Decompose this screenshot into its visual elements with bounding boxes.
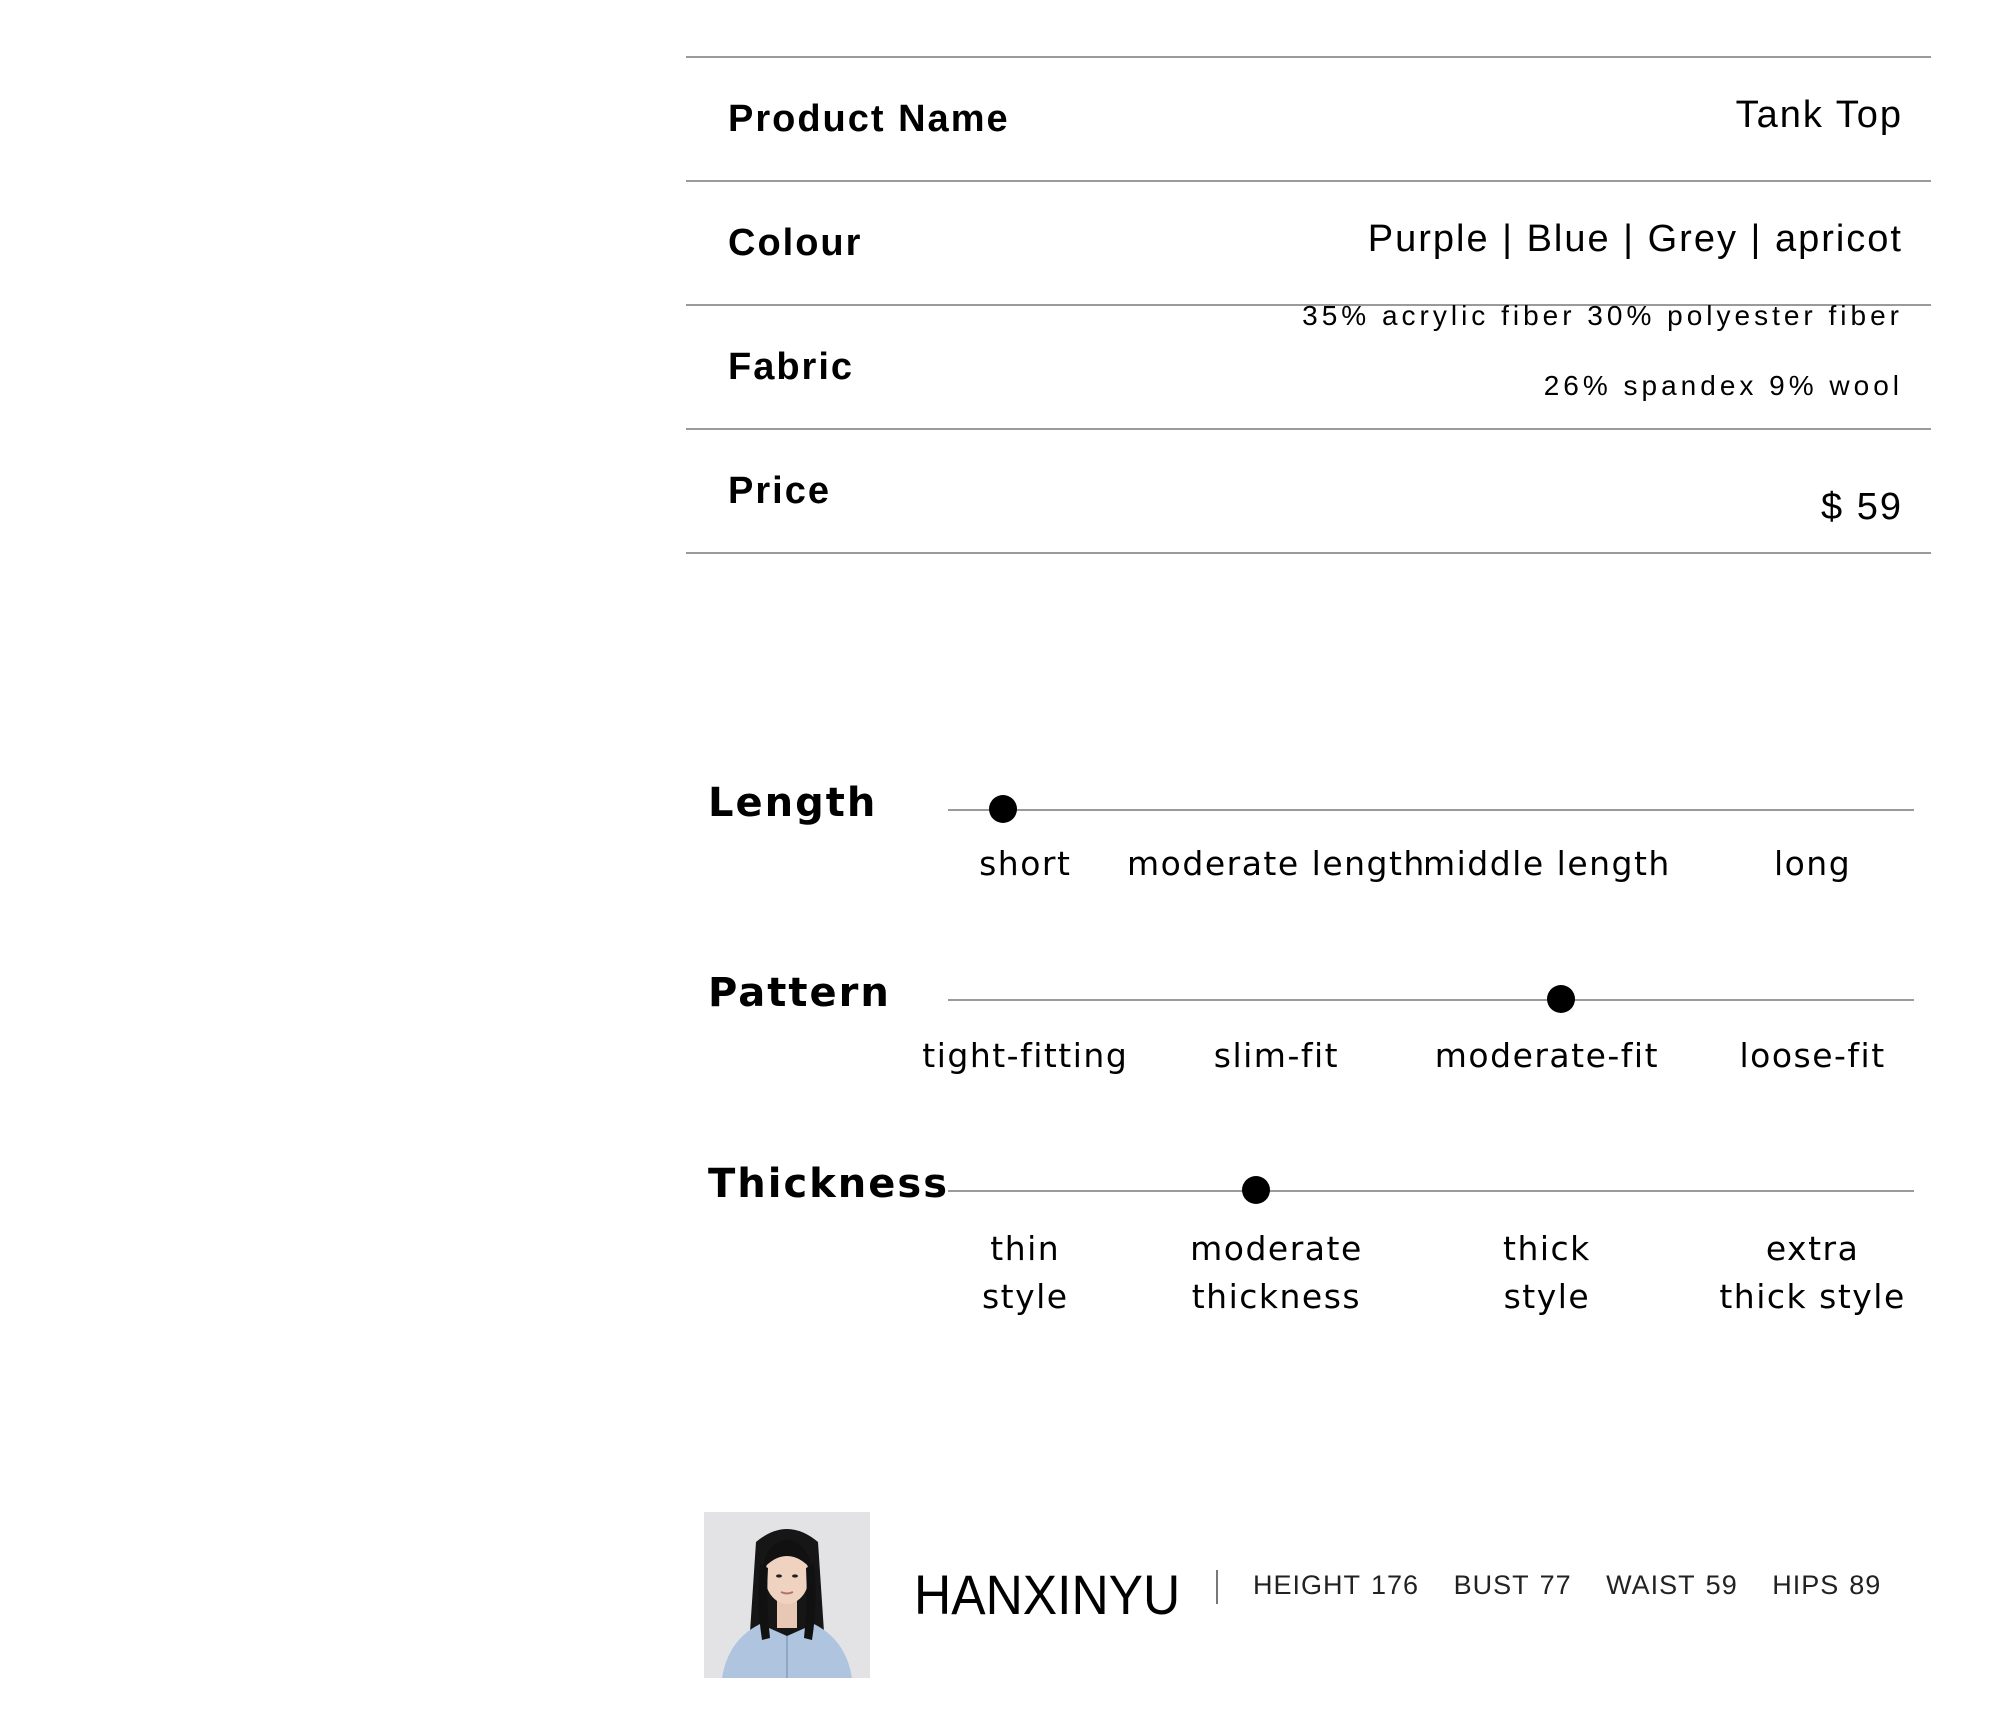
product-name-label: Product Name: [728, 98, 1010, 140]
price-label: Price: [728, 470, 831, 512]
length-indicator-dot: [989, 795, 1018, 823]
fabric-label: Fabric: [728, 346, 855, 388]
fabric-value-line2: 26% spandex 9% wool: [1543, 370, 1903, 401]
price-value: $ 59: [1821, 486, 1903, 528]
model-stat-waist-value: 59: [1705, 1570, 1738, 1600]
model-stat-bust: BUST 77: [1454, 1570, 1572, 1600]
length-label: Length: [708, 780, 878, 826]
thickness-label: Thickness: [708, 1161, 950, 1207]
fabric-value-line1: 35% acrylic fiber 30% polyester fiber: [1302, 300, 1903, 331]
model-stat-hips-key: HIPS: [1772, 1570, 1840, 1600]
model-stat-hips: HIPS 89: [1772, 1570, 1881, 1600]
thickness-option-extra-line2: thick style: [1719, 1277, 1906, 1316]
thickness-option-extra-thick: extra thick style: [1719, 1225, 1905, 1321]
model-stat-height-key: HEIGHT: [1253, 1570, 1362, 1600]
model-stat-bust-value: 77: [1539, 1570, 1572, 1600]
thickness-option-moderate-line2: thickness: [1191, 1277, 1362, 1316]
spec-row-colour: Colour Purple | Blue | Grey | apricot: [686, 180, 1931, 304]
thickness-option-thin: thin style: [982, 1225, 1069, 1321]
spec-row-product-name: Product Name Tank Top: [686, 56, 1931, 180]
colour-label: Colour: [728, 222, 863, 264]
length-scale: Length short moderate length middle leng…: [708, 780, 1928, 920]
model-stat-hips-value: 89: [1849, 1570, 1882, 1600]
pattern-option-moderate: moderate-fit: [1434, 1036, 1660, 1075]
model-info-divider: [1216, 1570, 1218, 1604]
thickness-option-thick-line2: style: [1503, 1277, 1591, 1316]
product-name-value: Tank Top: [1735, 94, 1903, 136]
thickness-option-moderate-line1: moderate: [1190, 1229, 1363, 1268]
pattern-indicator-dot: [1547, 985, 1576, 1013]
model-stat-height: HEIGHT 176: [1253, 1570, 1419, 1600]
model-stat-waist-key: WAIST: [1606, 1570, 1696, 1600]
pattern-option-tight: tight-fitting: [922, 1036, 1129, 1075]
thickness-scale: Thickness thin style moderate thickness …: [708, 1161, 1928, 1341]
model-photo: [704, 1512, 870, 1678]
thickness-option-thick: thick style: [1503, 1225, 1591, 1321]
model-stat-waist: WAIST 59: [1606, 1570, 1738, 1600]
colour-value: Purple | Blue | Grey | apricot: [1367, 218, 1903, 260]
model-name: HANXINYU: [914, 1563, 1181, 1626]
thickness-option-moderate: moderate thickness: [1190, 1225, 1363, 1321]
model-measurements: HEIGHT 176 BUST 77 WAIST 59 HIPS 89: [1253, 1570, 1907, 1601]
spec-row-price: Price $ 59: [686, 428, 1931, 554]
length-option-middle: middle length: [1422, 844, 1671, 883]
pattern-label: Pattern: [708, 970, 891, 1016]
thickness-option-thick-line1: thick: [1503, 1229, 1591, 1268]
thickness-option-extra-line1: extra: [1765, 1229, 1860, 1268]
pattern-scale: Pattern tight-fitting slim-fit moderate-…: [708, 970, 1928, 1110]
model-portrait-image: [704, 1512, 870, 1678]
thickness-track: [948, 1190, 1914, 1192]
pattern-option-slim: slim-fit: [1213, 1036, 1340, 1075]
product-spec-table: Product Name Tank Top Colour Purple | Bl…: [686, 56, 1931, 554]
pattern-track: [948, 999, 1914, 1001]
model-stat-bust-key: BUST: [1453, 1570, 1530, 1600]
length-option-long: long: [1773, 844, 1852, 883]
thickness-option-thin-line2: style: [981, 1277, 1069, 1316]
length-option-moderate: moderate length: [1127, 844, 1426, 883]
model-stat-height-value: 176: [1371, 1570, 1420, 1600]
thickness-indicator-dot: [1242, 1176, 1271, 1204]
pattern-option-loose: loose-fit: [1739, 1036, 1886, 1075]
length-option-short: short: [979, 844, 1072, 883]
thickness-option-thin-line1: thin: [990, 1229, 1061, 1268]
spec-row-fabric: Fabric 35% acrylic fiber 30% polyester f…: [686, 300, 1931, 428]
length-track: [948, 809, 1914, 811]
